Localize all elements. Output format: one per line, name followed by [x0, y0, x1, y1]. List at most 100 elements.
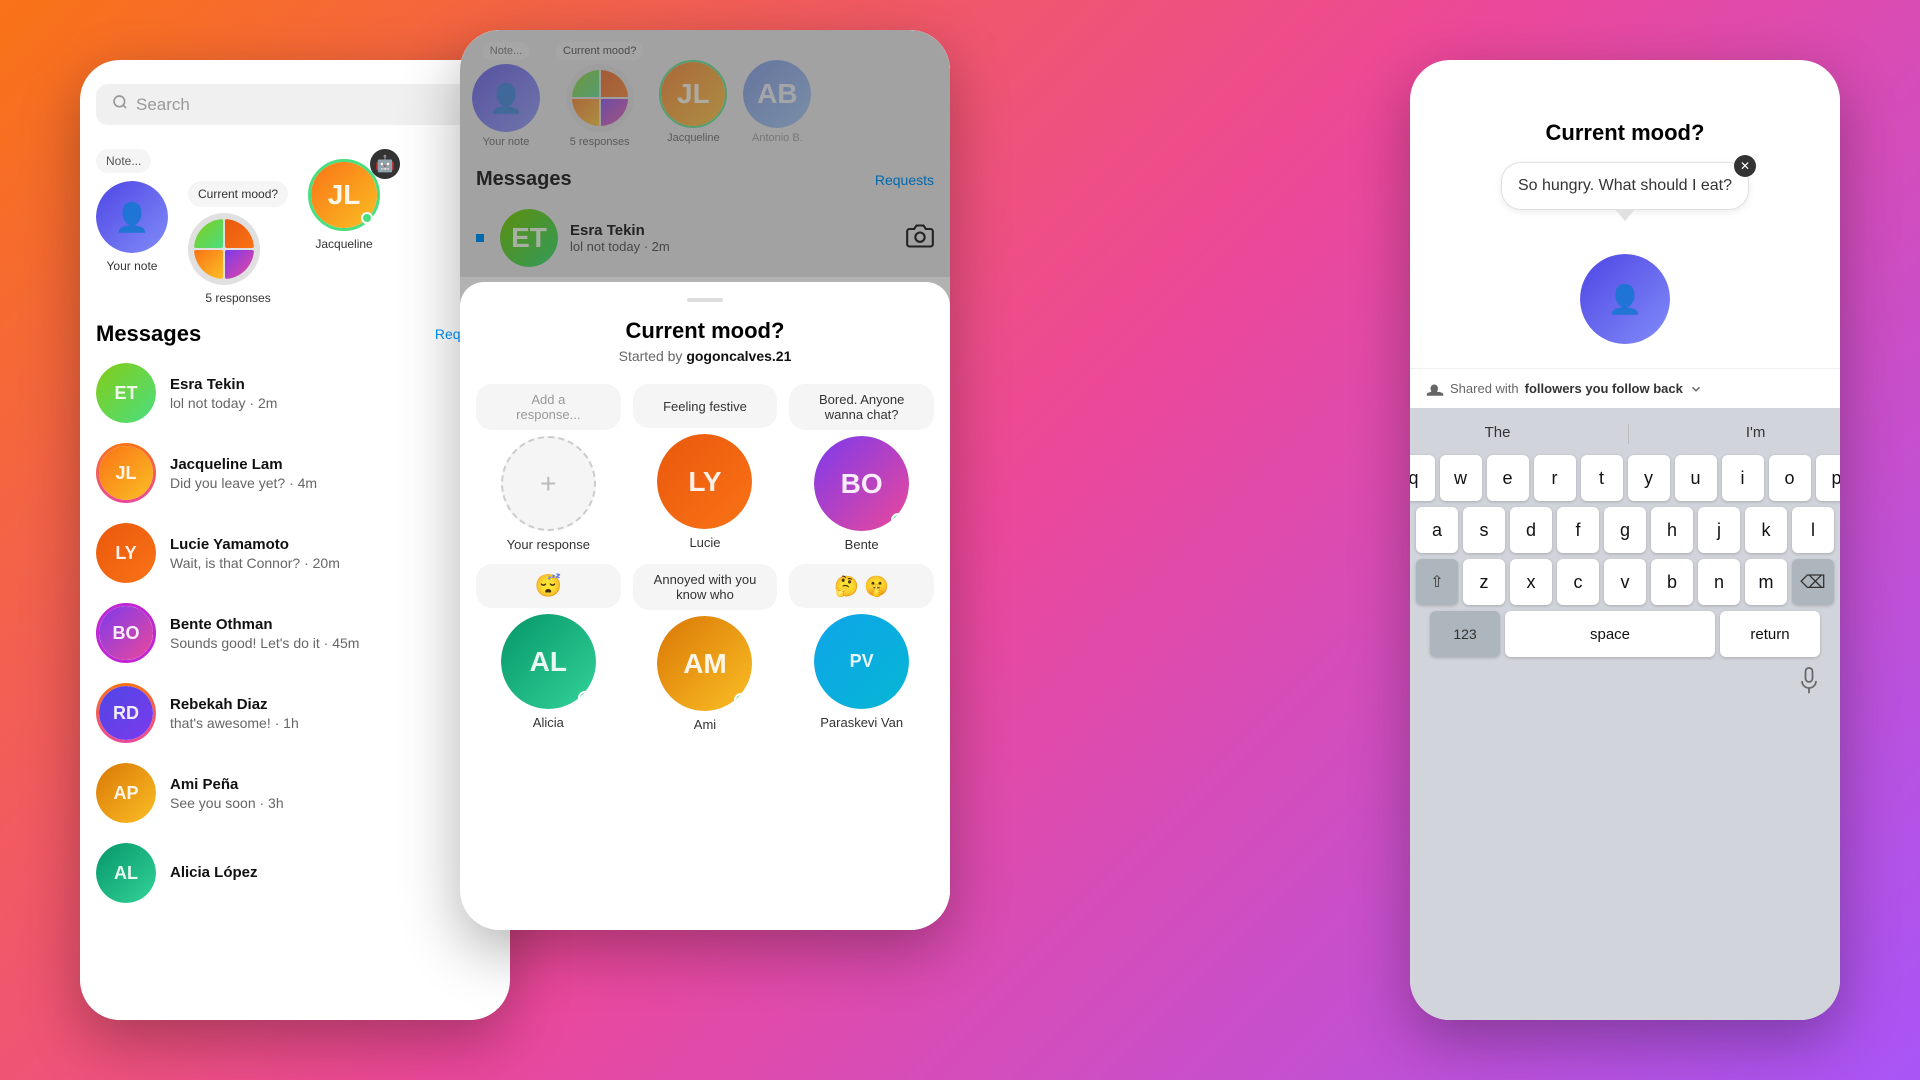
mood-grid: Add aresponse... + Your response Feeling… [476, 384, 934, 732]
key-s[interactable]: s [1463, 507, 1505, 553]
message-item-esra[interactable]: ET Esra Tekin lol not today · 2m [80, 353, 510, 433]
stories-row: Note... 👤 Your note Current mood? [80, 141, 510, 313]
msg-name-esra: Esra Tekin [170, 376, 470, 393]
key-n[interactable]: n [1698, 559, 1740, 605]
modal-subtitle-text: Started by [619, 348, 683, 364]
mood-card-bente[interactable]: Bored. Anyone wanna chat? BO Bente [789, 384, 934, 552]
msg-name-bente: Bente Othman [170, 616, 494, 633]
mood-bubble-add: Add aresponse... [476, 384, 621, 430]
mood-card-add[interactable]: Add aresponse... + Your response [476, 384, 621, 552]
close-button[interactable]: ✕ [1734, 155, 1756, 177]
key-g[interactable]: g [1604, 507, 1646, 553]
key-d[interactable]: d [1510, 507, 1552, 553]
suggestion-im[interactable]: I'm [1730, 420, 1782, 445]
key-y[interactable]: y [1628, 455, 1670, 501]
msg-name-rebekah: Rebekah Diaz [170, 696, 494, 713]
mood-bubble-ami: Annoyed with you know who [633, 564, 778, 610]
right-phone-content: Current mood? ✕ So hungry. What should I… [1410, 60, 1840, 1020]
message-list: ET Esra Tekin lol not today · 2m JL Jacq… [80, 353, 510, 913]
key-f[interactable]: f [1557, 507, 1599, 553]
right-top-section: Current mood? ✕ So hungry. What should I… [1410, 60, 1840, 368]
modal-title: Current mood? [476, 318, 934, 344]
story-label-5-responses: 5 responses [205, 291, 270, 305]
green-dot-bente [891, 513, 905, 527]
key-r[interactable]: r [1534, 455, 1576, 501]
msg-name-lucie: Lucie Yamamoto [170, 536, 494, 553]
modal-sheet: Current mood? Started by gogoncalves.21 … [460, 282, 950, 930]
followers-text: followers you follow back [1525, 381, 1683, 396]
keyboard-row-1: q w e r t y u i o p [1418, 455, 1832, 501]
numbers-key[interactable]: 123 [1430, 611, 1500, 657]
story-label-jacqueline: Jacqueline [315, 237, 372, 251]
mood-card-alicia[interactable]: 😴 AL Alicia [476, 564, 621, 732]
message-item-rebekah[interactable]: RD Rebekah Diaz that's awesome! · 1h [80, 673, 510, 753]
microphone-icon[interactable] [1798, 667, 1820, 700]
mood-bubble: Current mood? [188, 181, 288, 207]
key-w[interactable]: w [1440, 455, 1482, 501]
message-item-ami[interactable]: AP Ami Peña See you soon · 3h [80, 753, 510, 833]
keyboard-row-4: 123 space return [1418, 611, 1832, 657]
keyboard-row-2: a s d f g h j k l [1418, 507, 1832, 553]
key-e[interactable]: e [1487, 455, 1529, 501]
key-t[interactable]: t [1581, 455, 1623, 501]
msg-preview-bente: Sounds good! Let's do it · 45m [170, 635, 494, 651]
msg-preview-lucie: Wait, is that Connor? · 20m [170, 555, 494, 571]
right-phone: Current mood? ✕ So hungry. What should I… [1410, 60, 1840, 1020]
msg-name-jacqueline: Jacqueline Lam [170, 456, 494, 473]
msg-preview-ami: See you soon · 3h [170, 795, 494, 811]
mood-bubble-alicia: 😴 [476, 564, 621, 608]
message-item-jacqueline[interactable]: JL Jacqueline Lam Did you leave yet? · 4… [80, 433, 510, 513]
key-u[interactable]: u [1675, 455, 1717, 501]
message-item-bente[interactable]: BO Bente Othman Sounds good! Let's do it… [80, 593, 510, 673]
key-q[interactable]: q [1410, 455, 1435, 501]
key-v[interactable]: v [1604, 559, 1646, 605]
story-5-responses[interactable]: Current mood? 5 responses [188, 149, 288, 305]
mood-name-ami: Ami [694, 717, 716, 732]
modal-subtitle-user: gogoncalves.21 [686, 348, 791, 364]
search-bar[interactable]: Search [96, 84, 494, 125]
suggestion-the[interactable]: The [1469, 420, 1527, 445]
right-user-avatar: 👤 [1580, 254, 1670, 344]
space-key[interactable]: space [1505, 611, 1715, 657]
return-key[interactable]: return [1720, 611, 1820, 657]
key-o[interactable]: o [1769, 455, 1811, 501]
msg-name-alicia: Alicia López [170, 864, 494, 881]
messages-title: Messages [96, 321, 201, 347]
key-l[interactable]: l [1792, 507, 1834, 553]
note-bubble: Note... [96, 149, 151, 173]
mood-card-ami[interactable]: Annoyed with you know who AM Ami [633, 564, 778, 732]
mood-bubble-paraskevi: 🤔 🤫 [789, 564, 934, 608]
key-c[interactable]: c [1557, 559, 1599, 605]
key-j[interactable]: j [1698, 507, 1740, 553]
mood-card-lucie[interactable]: Feeling festive LY Lucie [633, 384, 778, 552]
middle-phone-content: Note... 👤 Your note Current mood? [460, 30, 950, 930]
mood-name-alicia: Alicia [533, 715, 564, 730]
key-k[interactable]: k [1745, 507, 1787, 553]
key-a[interactable]: a [1416, 507, 1458, 553]
mood-card-paraskevi[interactable]: 🤔 🤫 PV Paraskevi Van [789, 564, 934, 732]
chevron-down-icon [1689, 382, 1703, 396]
story-jacqueline[interactable]: JL 🤖 Jacqueline [308, 149, 380, 305]
story-your-note[interactable]: Note... 👤 Your note [96, 149, 168, 305]
story-label-your-note: Your note [107, 259, 158, 273]
key-b[interactable]: b [1651, 559, 1693, 605]
key-m[interactable]: m [1745, 559, 1787, 605]
key-i[interactable]: i [1722, 455, 1764, 501]
msg-preview-esra: lol not today · 2m [170, 395, 470, 411]
msg-preview-jacqueline: Did you leave yet? · 4m [170, 475, 494, 491]
message-item-alicia[interactable]: AL Alicia López [80, 833, 510, 913]
middle-phone: Note... 👤 Your note Current mood? [460, 30, 950, 930]
message-item-lucie[interactable]: LY Lucie Yamamoto Wait, is that Connor? … [80, 513, 510, 593]
search-placeholder: Search [136, 95, 190, 115]
key-h[interactable]: h [1651, 507, 1693, 553]
delete-key[interactable]: ⌫ [1792, 559, 1834, 605]
msg-preview-rebekah: that's awesome! · 1h [170, 715, 494, 731]
shared-with-bar[interactable]: Shared with followers you follow back [1410, 368, 1840, 408]
mood-name-paraskevi: Paraskevi Van [820, 715, 903, 730]
key-p[interactable]: p [1816, 455, 1841, 501]
shift-key[interactable]: ⇧ [1416, 559, 1458, 605]
key-z[interactable]: z [1463, 559, 1505, 605]
key-x[interactable]: x [1510, 559, 1552, 605]
green-dot-ami [734, 693, 748, 707]
left-phone-content: Search Note... 👤 Your note Current mood? [80, 60, 510, 1020]
